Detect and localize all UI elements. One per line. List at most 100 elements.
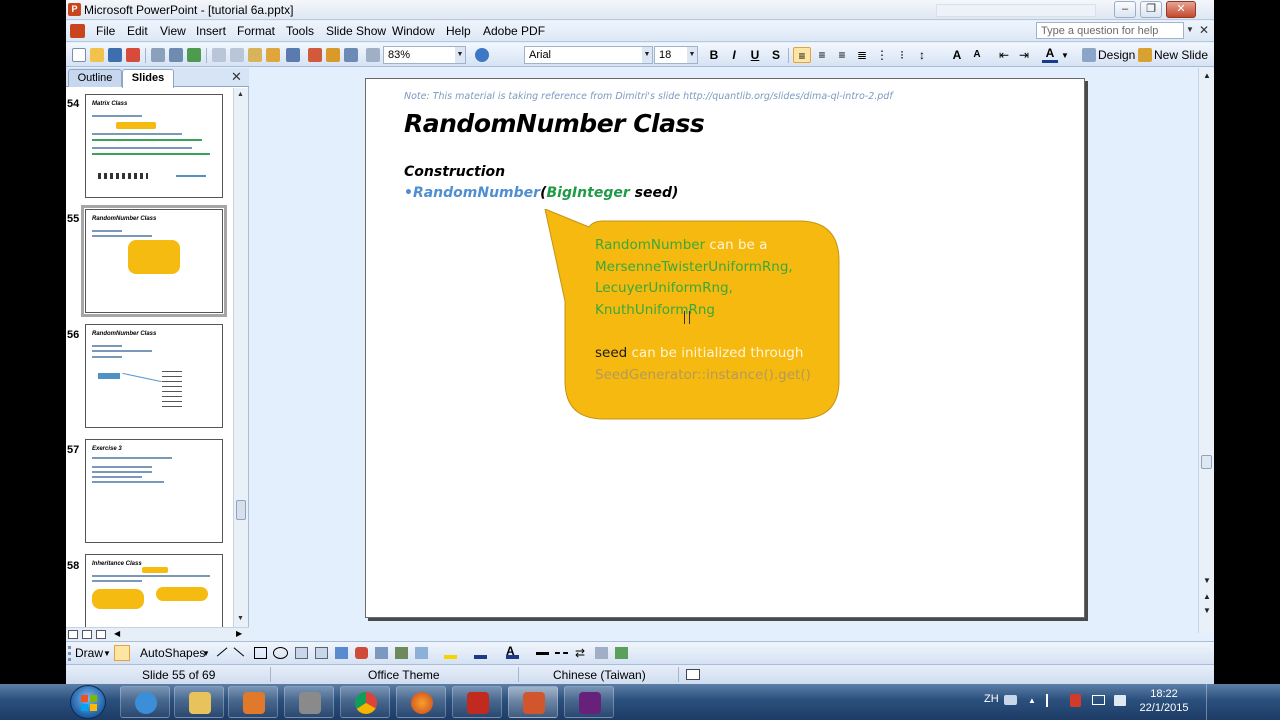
increase-font-button[interactable]: A <box>948 47 966 63</box>
menu-slide-show[interactable]: Slide Show <box>326 24 386 38</box>
save-icon[interactable] <box>108 48 122 62</box>
new-slide-icon[interactable] <box>1138 48 1152 62</box>
start-button[interactable] <box>70 685 106 719</box>
toolbar-grip[interactable] <box>68 646 71 661</box>
taskbar-visual-studio[interactable] <box>564 686 614 718</box>
wordart-icon[interactable] <box>335 647 348 659</box>
design-button[interactable]: Design <box>1098 48 1135 62</box>
powerpoint-app-icon[interactable]: P <box>68 3 81 16</box>
scroll-down-icon[interactable]: ▼ <box>237 615 244 622</box>
distribute-button[interactable]: ≣ <box>854 47 870 63</box>
slide-canvas[interactable]: Note: This material is taking reference … <box>365 78 1085 618</box>
cut-icon[interactable] <box>212 48 226 62</box>
rectangle-icon[interactable] <box>254 647 267 659</box>
scroll-up-icon[interactable]: ▲ <box>1203 71 1211 80</box>
network-icon[interactable] <box>1092 695 1105 705</box>
menu-help[interactable]: Help <box>446 24 471 38</box>
taskbar-app[interactable] <box>284 686 334 718</box>
taskbar-acrobat[interactable] <box>452 686 502 718</box>
arrow-icon[interactable] <box>233 643 248 657</box>
permission-icon[interactable] <box>126 48 140 62</box>
bullets-button[interactable]: ⁝ <box>894 47 910 63</box>
spelling-icon[interactable] <box>187 48 201 62</box>
normal-view-icon[interactable] <box>68 630 78 639</box>
dash-style-icon[interactable] <box>555 652 568 655</box>
bold-button[interactable]: B <box>706 47 722 63</box>
slide-thumbnail-55[interactable]: RandomNumber Class <box>81 205 227 317</box>
maximize-button[interactable]: ❐ <box>1140 1 1162 18</box>
print-preview-icon[interactable] <box>169 48 183 62</box>
numbering-button[interactable]: ⋮ <box>874 47 890 63</box>
menu-window[interactable]: Window <box>392 24 435 38</box>
shadow-button[interactable]: S <box>768 47 784 63</box>
scroll-thumb[interactable] <box>236 500 246 520</box>
line-style-icon[interactable] <box>536 652 549 655</box>
slide-sorter-icon[interactable] <box>82 630 92 639</box>
spelling-status-icon[interactable] <box>686 669 700 680</box>
design-icon[interactable] <box>1082 48 1096 62</box>
slide-thumbnail-56[interactable]: RandomNumber Class <box>85 324 223 428</box>
menu-format[interactable]: Format <box>237 24 275 38</box>
print-icon[interactable] <box>151 48 165 62</box>
scroll-thumb[interactable] <box>1201 455 1212 469</box>
line-color-icon[interactable] <box>474 647 487 659</box>
font-name-dropdown-icon[interactable]: ▼ <box>642 46 653 64</box>
tray-app-icon[interactable] <box>1070 694 1081 707</box>
vertical-textbox-icon[interactable] <box>315 647 328 659</box>
align-left-button[interactable]: ≡ <box>793 47 811 63</box>
next-slide-icon[interactable]: ▼ <box>1203 606 1211 615</box>
taskbar-media-player[interactable] <box>228 686 278 718</box>
text-direction-button[interactable]: ↕ <box>914 47 930 63</box>
autoshapes-menu[interactable]: AutoShapes <box>140 646 205 660</box>
taskbar-firefox[interactable] <box>396 686 446 718</box>
3d-style-icon[interactable] <box>615 647 628 659</box>
thumbnail-scrollbar[interactable]: ▲ ▼ <box>233 88 248 627</box>
keyboard-icon[interactable] <box>1004 695 1017 705</box>
input-method-indicator[interactable]: ZH <box>984 693 999 705</box>
arrow-style-icon[interactable]: ⇄ <box>575 647 588 659</box>
menu-view[interactable]: View <box>160 24 186 38</box>
line-icon[interactable] <box>213 643 228 657</box>
slide-title[interactable]: RandomNumber Class <box>404 109 705 138</box>
diagram-icon[interactable] <box>355 647 368 659</box>
taskbar-powerpoint[interactable] <box>508 686 558 718</box>
draw-menu[interactable]: Draw <box>75 646 103 660</box>
zoom-dropdown-icon[interactable]: ▼ <box>455 46 466 64</box>
taskbar-internet-explorer[interactable] <box>120 686 170 718</box>
fill-color-icon[interactable] <box>444 647 457 659</box>
font-color-button[interactable]: A <box>1042 47 1058 63</box>
slide-thumbnail-54[interactable]: Matrix Class <box>85 94 223 198</box>
insert-shape-icon[interactable] <box>415 647 428 659</box>
slide-scrollbar[interactable]: ▲ ▼ ▲ ▼ <box>1198 68 1214 633</box>
action-center-flag-icon[interactable] <box>1046 694 1057 707</box>
constructor-line[interactable]: •RandomNumber(BigInteger seed) <box>404 185 678 201</box>
align-right-button[interactable]: ≡ <box>834 47 850 63</box>
textbox-icon[interactable] <box>295 647 308 659</box>
clip-art-icon[interactable] <box>375 647 388 659</box>
paste-icon[interactable] <box>248 48 262 62</box>
format-painter-icon[interactable] <box>266 48 280 62</box>
system-clock[interactable]: 18:22 22/1/2015 <box>1134 687 1194 715</box>
previous-slide-icon[interactable]: ▲ <box>1203 592 1211 601</box>
scroll-left-icon[interactable]: ◀ <box>114 629 120 638</box>
font-size-dropdown-icon[interactable]: ▼ <box>687 46 698 64</box>
open-folder-icon[interactable] <box>90 48 104 62</box>
copy-icon[interactable] <box>230 48 244 62</box>
section-heading[interactable]: Construction <box>404 164 505 180</box>
scroll-up-icon[interactable]: ▲ <box>237 91 244 98</box>
help-icon[interactable] <box>475 48 489 62</box>
zoom-field[interactable]: 83% <box>383 46 465 64</box>
align-center-button[interactable]: ≡ <box>814 47 830 63</box>
tables-borders-icon[interactable] <box>344 48 358 62</box>
close-window-button[interactable]: ✕ <box>1166 1 1196 18</box>
close-document-button[interactable]: ✕ <box>1199 23 1209 37</box>
shadow-style-icon[interactable] <box>595 647 608 659</box>
speech-callout[interactable]: RandomNumber can be a MersenneTwisterUni… <box>541 209 861 424</box>
underline-button[interactable]: U <box>747 47 763 63</box>
show-desktop-button[interactable] <box>1206 684 1214 720</box>
scroll-right-icon[interactable]: ▶ <box>236 629 242 638</box>
insert-table-icon[interactable] <box>326 48 340 62</box>
new-file-icon[interactable] <box>72 48 86 62</box>
select-objects-icon[interactable] <box>114 645 130 661</box>
scroll-down-icon[interactable]: ▼ <box>1203 576 1211 585</box>
